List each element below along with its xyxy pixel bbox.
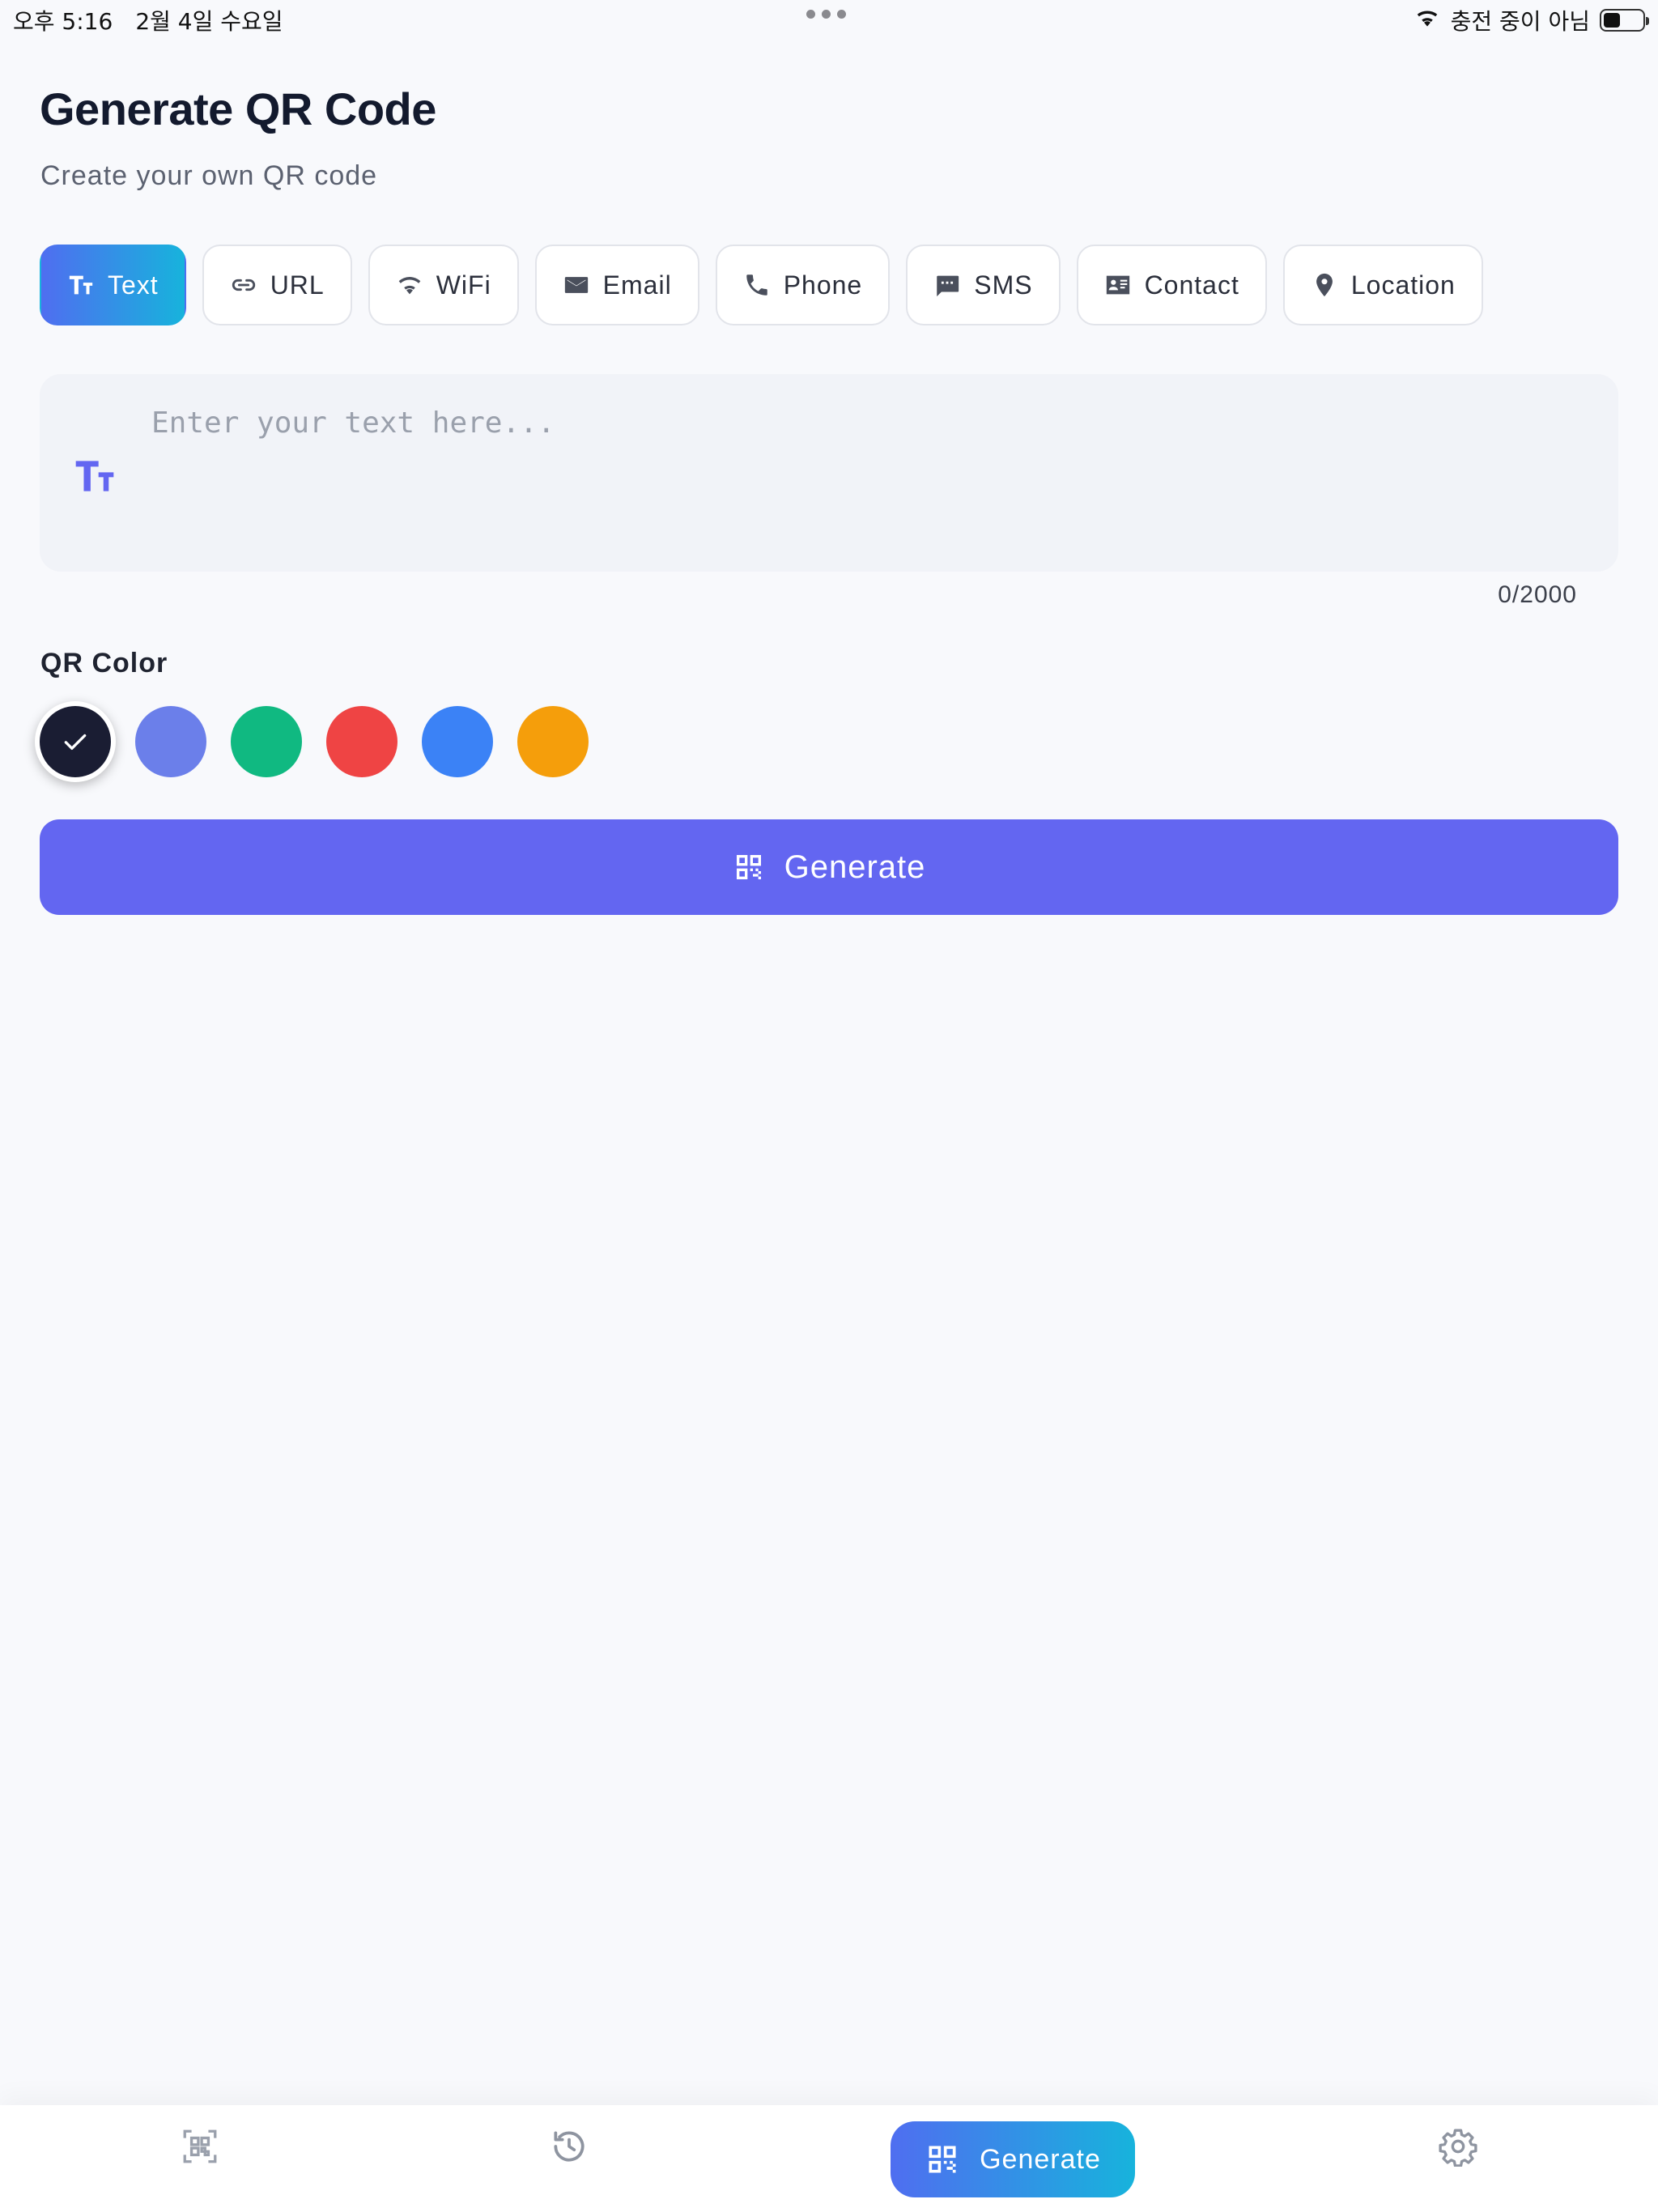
tab-label: Contact (1144, 270, 1239, 300)
tab-label: Text (108, 270, 159, 300)
checkmark-icon (64, 734, 87, 750)
battery-icon (1600, 9, 1649, 32)
wifi-icon (398, 277, 421, 295)
page-title: Generate QR Code (40, 83, 436, 134)
wifi-status-icon (1414, 6, 1441, 36)
bottom-nav: Generate (0, 2105, 1658, 2212)
text-size-icon (75, 461, 114, 491)
color-swatch-orange[interactable] (517, 706, 589, 777)
status-right: 충전 중이 아님 (1414, 4, 1649, 36)
color-swatch-indigo[interactable] (135, 706, 206, 777)
generate-button-label: Generate (784, 849, 926, 885)
color-swatch-blue[interactable] (422, 706, 493, 777)
tab-label: Location (1350, 270, 1456, 300)
dot (806, 10, 815, 19)
tab-label: Phone (783, 270, 863, 300)
nav-history[interactable] (549, 2126, 589, 2167)
contact-card-icon (1106, 275, 1129, 295)
tab-contact[interactable]: Contact (1076, 245, 1267, 325)
qr-code-icon (929, 2146, 956, 2173)
qr-type-tabs: Text URL WiFi Email Phone SMS Contact Lo… (40, 245, 1483, 325)
tab-label: URL (270, 270, 325, 300)
phone-icon (746, 274, 767, 296)
tab-label: Email (602, 270, 672, 300)
sms-icon (937, 275, 959, 297)
qr-code-icon (736, 855, 761, 879)
tab-phone[interactable]: Phone (715, 245, 891, 325)
qr-color-label: QR Color (40, 648, 168, 678)
status-left: 오후 5:16 2월 4일 수요일 (13, 4, 283, 36)
mail-icon (564, 277, 588, 293)
tab-text[interactable]: Text (40, 245, 186, 325)
multitasking-dots[interactable] (806, 10, 846, 19)
qr-scan-icon (183, 2129, 217, 2163)
nav-generate-label: Generate (980, 2143, 1101, 2175)
nav-settings[interactable] (1438, 2126, 1478, 2167)
history-icon (554, 2131, 585, 2162)
tab-label: SMS (974, 270, 1033, 300)
generate-button[interactable]: Generate (40, 819, 1618, 915)
color-swatch-navy[interactable] (40, 706, 111, 777)
tab-location[interactable]: Location (1282, 245, 1483, 325)
tab-sms[interactable]: SMS (906, 245, 1061, 325)
color-swatch-red[interactable] (326, 706, 397, 777)
link-icon (232, 279, 255, 291)
text-size-icon (69, 275, 93, 295)
dot (837, 10, 846, 19)
color-swatch-green[interactable] (231, 706, 302, 777)
nav-scan[interactable] (180, 2126, 220, 2167)
tab-label: WiFi (436, 270, 491, 300)
charging-status: 충전 중이 아님 (1450, 8, 1590, 35)
status-time: 오후 5:16 (13, 8, 113, 35)
color-swatches (40, 706, 589, 777)
gear-icon (1439, 2129, 1477, 2167)
text-input-box (40, 374, 1618, 572)
location-pin-icon (1316, 273, 1333, 297)
nav-generate[interactable]: Generate (891, 2121, 1135, 2197)
text-input[interactable] (151, 406, 1592, 544)
battery-level (1604, 13, 1621, 28)
status-date: 2월 4일 수요일 (135, 8, 283, 35)
dot (822, 10, 831, 19)
tab-wifi[interactable]: WiFi (368, 245, 519, 325)
tab-url[interactable]: URL (202, 245, 352, 325)
char-count: 0/2000 (1498, 581, 1577, 608)
status-bar: 오후 5:16 2월 4일 수요일 충전 중이 아님 (0, 0, 1658, 40)
page-subtitle: Create your own QR code (40, 160, 378, 191)
tab-email[interactable]: Email (534, 245, 699, 325)
